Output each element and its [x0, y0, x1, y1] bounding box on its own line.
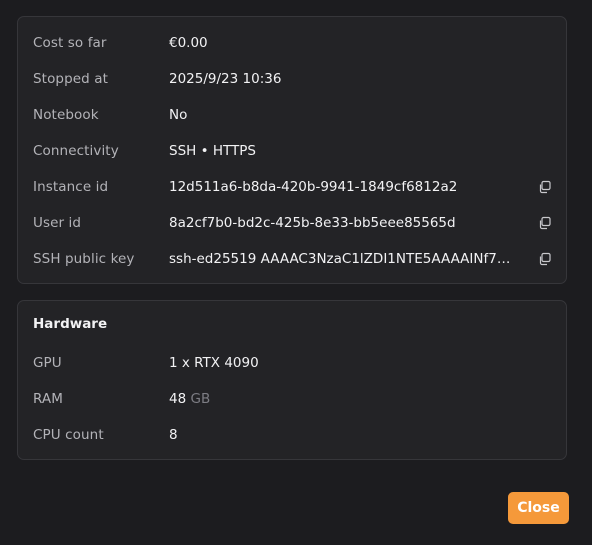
- details-card: Cost so far €0.00 Stopped at 2025/9/23 1…: [17, 16, 567, 284]
- cost-value: €0.00: [169, 35, 208, 51]
- copy-icon: [539, 252, 551, 266]
- detail-row-notebook: Notebook No: [18, 97, 566, 133]
- hardware-heading: Hardware: [33, 316, 108, 332]
- user-id-value: 8a2cf7b0-bd2c-425b-8e33-bb5eee85565d: [169, 215, 456, 231]
- copy-ssh-public-key-button[interactable]: [538, 252, 552, 266]
- connectivity-label: Connectivity: [33, 143, 119, 159]
- hardware-card: Hardware GPU 1 x RTX 4090 RAM 48 GB CPU …: [17, 300, 567, 460]
- detail-row-user-id: User id 8a2cf7b0-bd2c-425b-8e33-bb5eee85…: [18, 205, 566, 241]
- hardware-row-ram: RAM 48 GB: [18, 381, 566, 417]
- notebook-value: No: [169, 107, 188, 123]
- instance-id-value: 12d511a6-b8da-420b-9941-1849cf6812a2: [169, 179, 458, 195]
- stopped-at-label: Stopped at: [33, 71, 108, 87]
- detail-row-instance-id: Instance id 12d511a6-b8da-420b-9941-1849…: [18, 169, 566, 205]
- cpu-count-label: CPU count: [33, 427, 104, 443]
- hardware-row-gpu: GPU 1 x RTX 4090: [18, 345, 566, 381]
- hardware-row-cpu-count: CPU count 8: [18, 417, 566, 453]
- cost-label: Cost so far: [33, 35, 107, 51]
- ram-value-wrapper: 48 GB: [169, 391, 210, 407]
- ssh-public-key-label: SSH public key: [33, 251, 135, 267]
- stopped-at-value: 2025/9/23 10:36: [169, 71, 282, 87]
- ram-value: 48: [169, 391, 187, 407]
- copy-instance-id-button[interactable]: [538, 180, 552, 194]
- copy-user-id-button[interactable]: [538, 216, 552, 230]
- detail-row-connectivity: Connectivity SSH • HTTPS: [18, 133, 566, 169]
- instance-id-label: Instance id: [33, 179, 109, 195]
- gpu-label: GPU: [33, 355, 62, 371]
- notebook-label: Notebook: [33, 107, 99, 123]
- ram-unit: GB: [190, 391, 211, 407]
- ssh-public-key-value: ssh-ed25519 AAAAC3NzaC1lZDI1NTE5AAAAINf7…: [169, 251, 514, 267]
- detail-row-ssh-public-key: SSH public key ssh-ed25519 AAAAC3NzaC1lZ…: [18, 241, 566, 277]
- user-id-label: User id: [33, 215, 82, 231]
- copy-icon: [539, 180, 551, 194]
- gpu-value: 1 x RTX 4090: [169, 355, 259, 371]
- cpu-count-value: 8: [169, 427, 178, 443]
- instance-details-dialog: Cost so far €0.00 Stopped at 2025/9/23 1…: [0, 0, 592, 545]
- close-button[interactable]: Close: [508, 492, 569, 524]
- copy-icon: [539, 216, 551, 230]
- ram-label: RAM: [33, 391, 64, 407]
- connectivity-value: SSH • HTTPS: [169, 143, 256, 159]
- detail-row-stopped-at: Stopped at 2025/9/23 10:36: [18, 61, 566, 97]
- detail-row-cost: Cost so far €0.00: [18, 25, 566, 61]
